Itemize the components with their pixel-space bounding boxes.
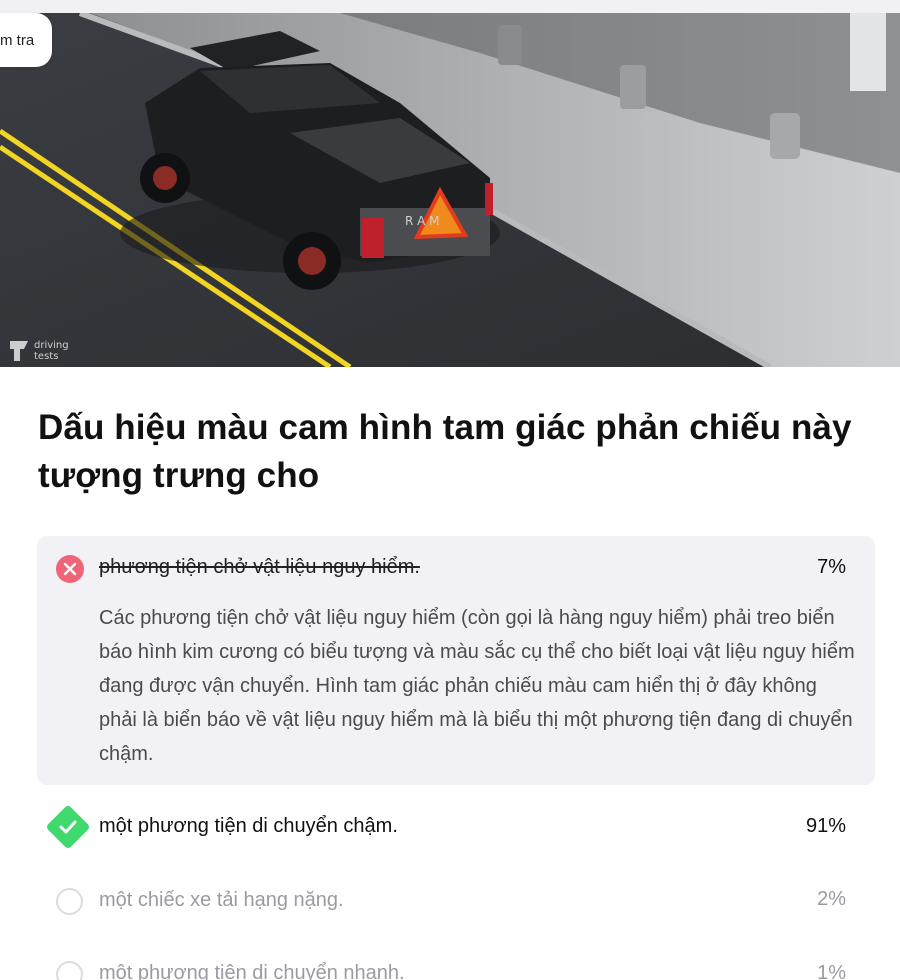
check-badge[interactable]: m tra <box>0 13 53 67</box>
watermark-line1: driving <box>34 340 69 351</box>
truck-plate-text: R A M <box>405 214 440 228</box>
question-text: Dấu hiệu màu cam hình tam giác phản chiế… <box>38 408 852 495</box>
answer-percent: 7% <box>817 556 846 578</box>
watermark-line2: tests <box>34 351 58 362</box>
radio-circle-icon <box>56 888 83 915</box>
answer-text: một chiếc xe tải hạng nặng. <box>99 889 344 911</box>
answer-text: một phương tiện di chuyển nhanh. <box>99 962 405 980</box>
answer-text: phương tiện chở vật liệu nguy hiểm. <box>99 556 420 578</box>
answer-percent: 1% <box>817 962 846 980</box>
correct-check-icon <box>45 804 91 850</box>
wrong-x-icon <box>56 555 84 583</box>
answer-text: một phương tiện di chuyển chậm. <box>99 815 398 837</box>
answer-percent: 2% <box>817 888 846 910</box>
check-badge-label: m tra <box>0 31 35 49</box>
answer-percent: 91% <box>805 815 846 837</box>
answer-explanation: Các phương tiện chở vật liệu nguy hiểm (… <box>99 607 855 765</box>
question-image: R A M driving tests <box>0 13 900 367</box>
top-strip <box>0 0 900 13</box>
